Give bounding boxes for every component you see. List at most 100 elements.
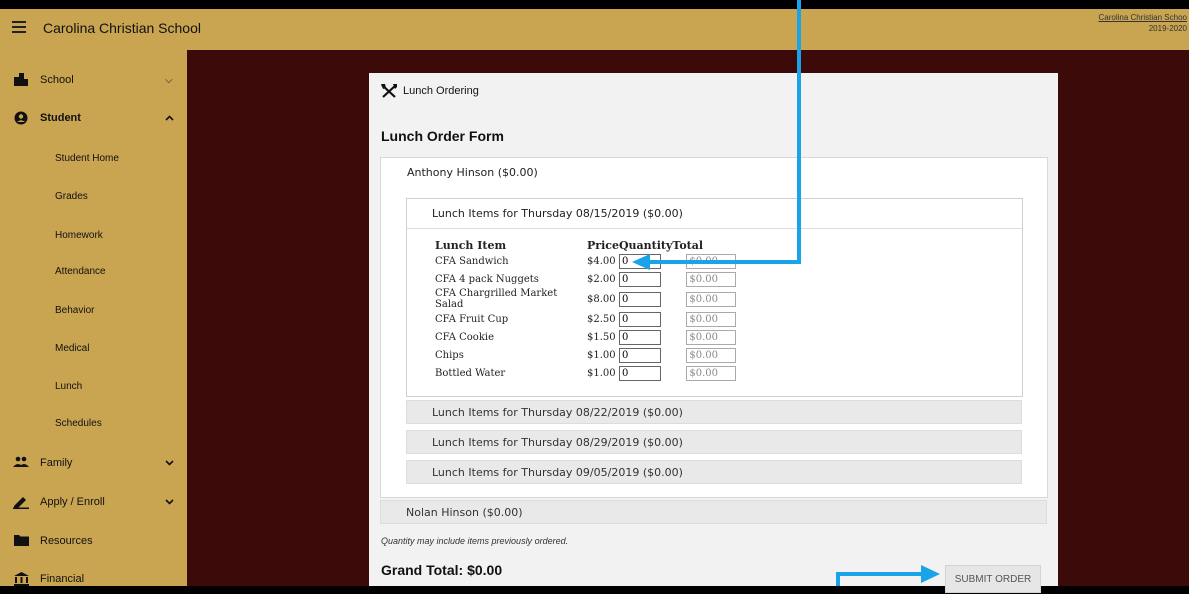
chevron-down-icon: ⌵ [165,74,173,86]
quantity-note: Quantity may include items previously or… [381,536,569,546]
top-bar: Carolina Christian School Carolina Chris… [0,9,1189,50]
sidebar-item-school[interactable]: School ⌵ [0,65,187,95]
item-name: Chips [435,349,464,361]
sidebar-subitem-medical[interactable]: Medical [0,333,187,363]
day-accordion-open: Lunch Items for Thursday 08/15/2019 ($0.… [406,198,1023,397]
table-row: CFA 4 pack Nuggets $2.00 [435,270,737,288]
sidebar-subitem-lunch[interactable]: Lunch [0,371,187,401]
quantity-input[interactable] [618,291,661,307]
school-link[interactable]: Carolina Christian Schoo [1099,12,1188,23]
panel-header: Lunch Ordering [381,84,479,98]
folder-icon [13,534,29,548]
item-name: CFA Sandwich [435,255,509,267]
sidebar-subitem-attendance[interactable]: Attendance [0,256,187,286]
bank-icon [13,572,29,586]
sidebar-subitem-homework[interactable]: Homework [0,220,187,250]
table-row: CFA Chargrilled Market Salad $8.00 [435,288,737,310]
sidebar-subitem-label: Medical [55,342,90,354]
student-header[interactable]: Anthony Hinson ($0.00) [407,166,538,179]
item-price: $4.00 [587,255,616,267]
chevron-down-icon [165,458,174,469]
item-price: $2.50 [587,313,616,325]
student-header: Nolan Hinson ($0.00) [406,506,523,519]
sidebar-subitem-label: Student Home [55,152,119,164]
table-header-row: Lunch Item Price Quantity Total [435,239,736,252]
lunch-ordering-panel: Lunch Ordering Lunch Order Form Anthony … [369,73,1058,593]
total-field [686,291,737,307]
person-circle-icon [13,111,29,125]
sidebar-subitem-label: Behavior [55,304,95,316]
chevron-down-icon [165,497,174,508]
sidebar-item-family[interactable]: Family [0,448,187,478]
sidebar-subitem-behavior[interactable]: Behavior [0,295,187,325]
app-title: Carolina Christian School [43,20,201,36]
student-accordion-nolan[interactable]: Nolan Hinson ($0.00) [380,500,1047,524]
total-field [686,253,737,269]
total-field [686,271,737,287]
column-header: Quantity [618,239,673,252]
day-header: Lunch Items for Thursday 08/22/2019 ($0.… [432,406,683,419]
sidebar-subitem-student-home[interactable]: Student Home [0,143,187,173]
item-price: $2.00 [587,273,616,285]
sidebar-item-label: Family [40,457,73,469]
total-field [686,365,737,381]
sidebar-item-label: School [40,74,74,86]
chevron-up-icon [165,113,174,124]
sidebar-subitem-schedules[interactable]: Schedules [0,408,187,438]
sidebar-subitem-label: Homework [55,229,103,241]
sidebar-item-resources[interactable]: Resources [0,526,187,556]
building-icon [13,73,29,87]
quantity-input[interactable] [618,311,661,327]
total-field [686,347,737,363]
item-name: CFA 4 pack Nuggets [435,273,539,285]
sidebar-item-financial[interactable]: Financial [0,564,187,594]
hamburger-menu-icon[interactable] [12,21,26,37]
table-row: CFA Sandwich $4.00 [435,252,737,270]
day-header: Lunch Items for Thursday 08/29/2019 ($0.… [432,436,683,449]
sidebar-subitem-label: Attendance [55,265,106,277]
total-field [686,329,737,345]
student-accordion-anthony: Anthony Hinson ($0.00) Lunch Items for T… [380,157,1048,498]
sidebar-item-label: Student [40,112,81,124]
item-price: $1.00 [587,349,616,361]
sidebar-subitem-label: Lunch [55,380,83,392]
sidebar: School ⌵ Student Student Home Grades Hom… [0,50,187,586]
item-name: CFA Cookie [435,331,494,343]
table-row: CFA Cookie $1.50 [435,328,737,346]
sidebar-subitem-label: Grades [55,190,88,202]
grand-total: Grand Total: $0.00 [381,562,503,578]
sidebar-item-student[interactable]: Student [0,103,187,133]
sidebar-subitem-grades[interactable]: Grades [0,181,187,211]
table-row: CFA Fruit Cup $2.50 [435,310,737,328]
quantity-input[interactable] [618,365,661,381]
quantity-input[interactable] [618,253,661,269]
sidebar-item-label: Resources [40,535,93,547]
item-price: $1.50 [587,331,616,343]
sidebar-item-label: Financial [40,573,85,585]
sidebar-item-label: Apply / Enroll [40,496,105,508]
day-accordion-collapsed[interactable]: Lunch Items for Thursday 08/22/2019 ($0.… [406,400,1022,424]
table-row: Chips $1.00 [435,346,737,364]
total-field [686,311,737,327]
school-year: 2019-2020 [1148,24,1187,33]
submit-order-button[interactable]: SUBMIT ORDER [945,565,1041,593]
item-name: CFA Chargrilled Market Salad [435,288,558,310]
pencil-icon [13,495,29,509]
people-icon [13,456,29,470]
sidebar-item-apply-enroll[interactable]: Apply / Enroll [0,487,187,517]
divider [407,228,1022,229]
quantity-input[interactable] [618,271,661,287]
day-header: Lunch Items for Thursday 09/05/2019 ($0.… [432,466,683,479]
quantity-input[interactable] [618,329,661,345]
form-title: Lunch Order Form [381,128,504,144]
table-row: Bottled Water $1.00 [435,364,737,382]
item-name: Bottled Water [435,367,506,379]
school-info: Carolina Christian Schoo 2019-2020 [1099,12,1188,34]
item-price: $8.00 [587,293,616,305]
column-header: Lunch Item [435,239,507,252]
day-accordion-collapsed[interactable]: Lunch Items for Thursday 08/29/2019 ($0.… [406,430,1022,454]
quantity-input[interactable] [618,347,661,363]
day-header[interactable]: Lunch Items for Thursday 08/15/2019 ($0.… [432,207,683,220]
day-accordion-collapsed[interactable]: Lunch Items for Thursday 09/05/2019 ($0.… [406,460,1022,484]
panel-title: Lunch Ordering [403,85,479,97]
